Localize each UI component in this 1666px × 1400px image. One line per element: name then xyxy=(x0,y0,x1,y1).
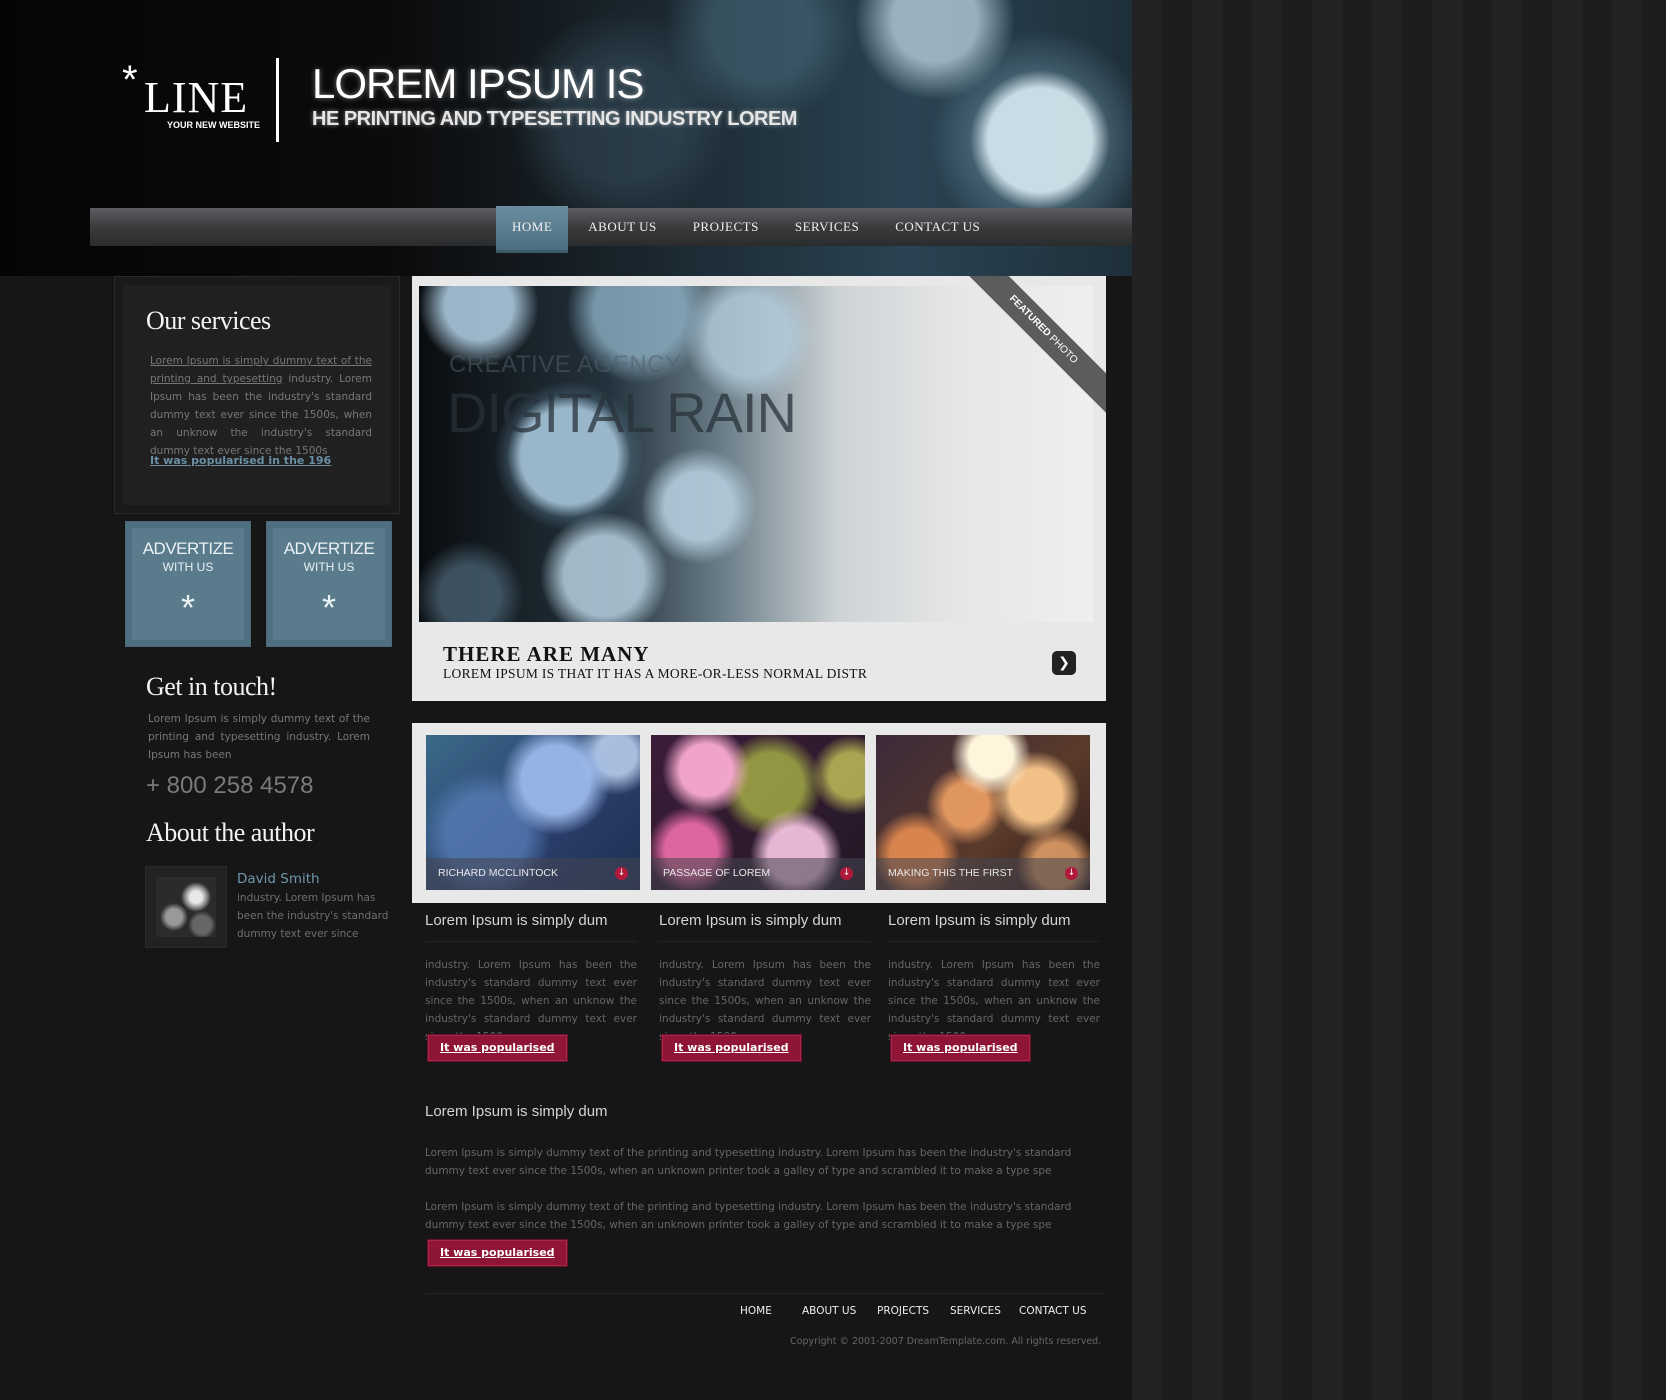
featured-subtitle: LOREM IPSUM IS THAT IT HAS A MORE-OR-LES… xyxy=(443,666,868,681)
header: * LINE YOUR NEW WEBSITE LOREM IPSUM IS H… xyxy=(0,0,1132,276)
footer-nav-contact-us[interactable]: CONTACT US xyxy=(1019,1305,1086,1317)
logo-word: LINE xyxy=(144,73,249,122)
footer-nav-projects[interactable]: PROJECTS xyxy=(877,1305,929,1317)
author-avatar xyxy=(145,866,227,948)
ad-line2: WITH US xyxy=(303,560,355,574)
content-column-3: Lorem Ipsum is simply dum industry. Lore… xyxy=(888,912,1100,1046)
column-title: Lorem Ipsum is simply dum xyxy=(425,912,637,942)
thumbnail-caption-bar: PASSAGE OF LOREM ↓ xyxy=(651,858,865,890)
featured-overlay-small: CREATIVE AGENCY xyxy=(449,351,682,378)
thumbnail-caption: MAKING THIS THE FIRST xyxy=(888,867,1014,879)
nav-contact-us[interactable]: CONTACT US xyxy=(879,206,996,250)
footer-nav-about-us[interactable]: ABOUT US xyxy=(802,1305,856,1317)
author-text: industry. Lorem Ipsum has been the indus… xyxy=(237,892,389,940)
ad-line2: WITH US xyxy=(162,560,214,574)
popularised-button-2[interactable]: It was popularised xyxy=(661,1034,802,1062)
popularised-button-4[interactable]: It was popularised xyxy=(427,1239,568,1267)
thumbnail-3[interactable]: MAKING THIS THE FIRST ↓ xyxy=(876,735,1090,890)
thumbnail-caption: PASSAGE OF LOREM xyxy=(663,867,771,879)
content-column-2: Lorem Ipsum is simply dum industry. Lore… xyxy=(659,912,871,1046)
column-title: Lorem Ipsum is simply dum xyxy=(888,912,1100,942)
footer-divider xyxy=(425,1293,1105,1294)
phone-number: + 800 258 4578 xyxy=(146,772,314,799)
logo-star-icon: * xyxy=(122,58,138,102)
featured-title: THERE ARE MANY xyxy=(443,642,650,666)
background-stripes xyxy=(1132,0,1666,1400)
services-title: Our services xyxy=(146,306,271,335)
column-text: industry. Lorem Ipsum has been the indus… xyxy=(888,959,1100,1043)
thumbnail-caption-bar: MAKING THIS THE FIRST ↓ xyxy=(876,858,1090,890)
thumbnail-1[interactable]: RICHARD MCCLINTOCK ↓ xyxy=(426,735,640,890)
advertize-banner-1[interactable]: ADVERTIZE WITH US * xyxy=(125,521,251,647)
contact-text: Lorem Ipsum is simply dummy text of the … xyxy=(148,713,370,761)
author-name[interactable]: David Smith xyxy=(237,871,320,887)
featured-image[interactable]: CREATIVE AGENCY DIGITAL RAIN xyxy=(419,286,1093,622)
asterisk-icon: * xyxy=(321,587,336,628)
wide-title: Lorem Ipsum is simply dum xyxy=(425,1103,608,1120)
down-arrow-icon[interactable]: ↓ xyxy=(840,867,853,880)
popularised-button-3[interactable]: It was popularised xyxy=(890,1034,1031,1062)
services-body: industry. Lorem Ipsum has been the indus… xyxy=(150,373,372,457)
thumbnail-gallery: RICHARD MCCLINTOCK ↓ PASSAGE OF LOREM ↓ MA… xyxy=(412,723,1106,903)
wide-paragraph-2: Lorem Ipsum is simply dummy text of the … xyxy=(425,1201,1072,1231)
column-title: Lorem Ipsum is simply dum xyxy=(659,912,871,942)
author-title: About the author xyxy=(146,818,315,847)
next-arrow-icon[interactable]: ❯ xyxy=(1052,651,1076,675)
featured-overlay-big: DIGITAL RAIN xyxy=(447,381,797,444)
nav-projects[interactable]: PROJECTS xyxy=(677,206,775,250)
column-text: industry. Lorem Ipsum has been the indus… xyxy=(425,959,637,1043)
down-arrow-icon[interactable]: ↓ xyxy=(615,867,628,880)
main-nav: HOME ABOUT US PROJECTS SERVICES CONTACT … xyxy=(496,206,1000,253)
ad-line1: ADVERTIZE xyxy=(283,539,375,558)
services-more-link[interactable]: It was popularised in the 196 xyxy=(150,454,331,467)
thumbnail-2[interactable]: PASSAGE OF LOREM ↓ xyxy=(651,735,865,890)
popularised-button-1[interactable]: It was popularised xyxy=(427,1034,568,1062)
logo-tagline: YOUR NEW WEBSITE xyxy=(167,120,261,130)
asterisk-icon: * xyxy=(180,587,195,628)
down-arrow-icon[interactable]: ↓ xyxy=(1065,867,1078,880)
author-photo xyxy=(156,877,216,937)
column-text: industry. Lorem Ipsum has been the indus… xyxy=(659,959,871,1043)
wide-paragraph-1: Lorem Ipsum is simply dummy text of the … xyxy=(425,1147,1072,1177)
nav-home[interactable]: HOME xyxy=(496,206,569,253)
nav-about-us[interactable]: ABOUT US xyxy=(572,206,672,250)
featured-panel: CREATIVE AGENCY DIGITAL RAIN FEATURED PH… xyxy=(412,276,1106,701)
thumbnail-caption: RICHARD MCCLINTOCK xyxy=(438,867,558,879)
copyright: Copyright © 2001-2007 DreamTemplate.com.… xyxy=(790,1336,1102,1347)
nav-services[interactable]: SERVICES xyxy=(779,206,875,250)
header-subtitle: HE PRINTING AND TYPESETTING INDUSTRY LOR… xyxy=(312,108,797,130)
header-title: LOREM IPSUM IS xyxy=(312,60,644,107)
header-divider xyxy=(276,58,279,142)
services-text: Lorem Ipsum is simply dummy text of the … xyxy=(150,352,372,460)
thumbnail-caption-bar: RICHARD MCCLINTOCK ↓ xyxy=(426,858,640,890)
page: * LINE YOUR NEW WEBSITE LOREM IPSUM IS H… xyxy=(0,0,1132,1400)
ad-line1: ADVERTIZE xyxy=(142,539,234,558)
footer-nav-home[interactable]: HOME xyxy=(740,1305,772,1317)
contact-title: Get in touch! xyxy=(146,672,277,701)
advertize-banner-2[interactable]: ADVERTIZE WITH US * xyxy=(266,521,392,647)
content-column-1: Lorem Ipsum is simply dum industry. Lore… xyxy=(425,912,637,1046)
footer-nav-services[interactable]: SERVICES xyxy=(950,1305,1001,1317)
